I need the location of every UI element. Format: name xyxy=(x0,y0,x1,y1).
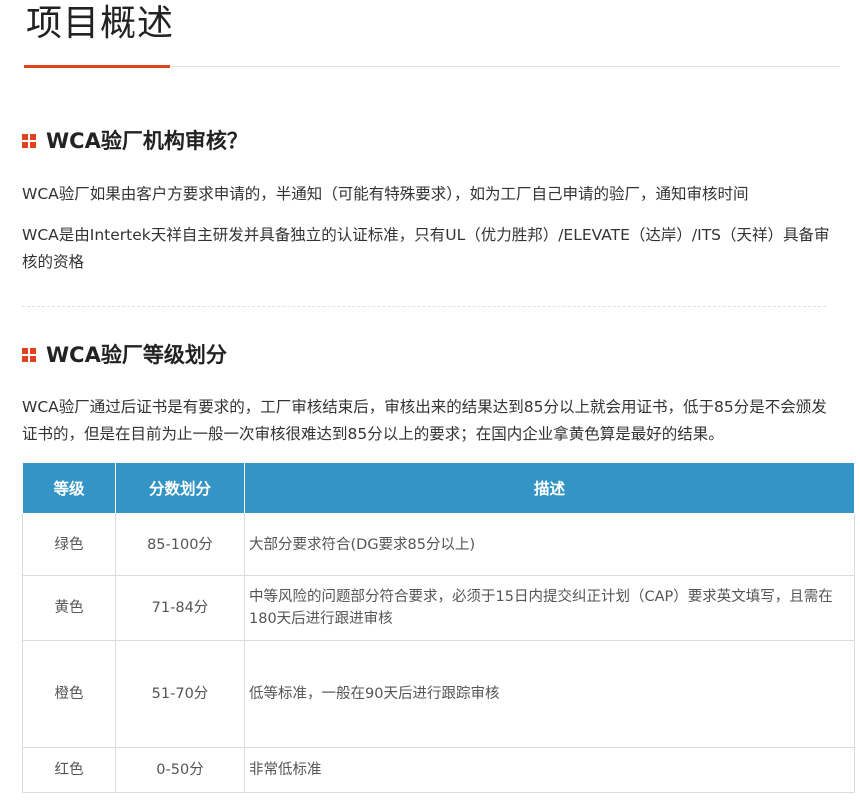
column-header-description: 描述 xyxy=(244,462,855,514)
section-paragraph: WCA是由Intertek天祥自主研发并具备独立的认证标准，只有UL（优力胜邦）… xyxy=(22,226,830,271)
cell-grade: 橙色 xyxy=(22,640,116,748)
four-squares-icon xyxy=(22,134,36,148)
section-heading-grades: WCA验厂等级划分 xyxy=(22,340,227,370)
cell-grade: 红色 xyxy=(22,747,116,793)
cell-description: 大部分要求符合(DG要求85分以上) xyxy=(244,513,855,576)
table-row: 橙色 51-70分 低等标准，一般在90天后进行跟踪审核 xyxy=(22,640,855,748)
cell-grade: 绿色 xyxy=(22,513,116,576)
page-title-bar: 项目概述 xyxy=(24,0,840,68)
table-header-row: 等级 分数划分 描述 xyxy=(22,462,855,514)
table-row: 黄色 71-84分 中等风险的问题部分符合要求，必须于15日内提交纠正计划（CA… xyxy=(22,575,855,641)
page-title: 项目概述 xyxy=(26,3,175,44)
table-row: 绿色 85-100分 大部分要求符合(DG要求85分以上) xyxy=(22,513,855,576)
section-paragraph: WCA验厂通过后证书是有要求的，工厂审核结束后，审核出来的结果达到85分以上就会… xyxy=(22,398,827,443)
table-row: 红色 0-50分 非常低标准 xyxy=(22,747,855,793)
column-header-grade: 等级 xyxy=(22,462,116,514)
cell-description: 中等风险的问题部分符合要求，必须于15日内提交纠正计划（CAP）要求英文填写，且… xyxy=(244,575,855,641)
cell-description: 非常低标准 xyxy=(244,747,855,793)
cell-score: 85-100分 xyxy=(115,513,245,576)
cell-grade: 黄色 xyxy=(22,575,116,641)
cell-score: 51-70分 xyxy=(115,640,245,748)
section-paragraph: WCA验厂如果由客户方要求申请的，半通知（可能有特殊要求），如为工厂自己申请的验… xyxy=(22,185,749,203)
section-heading-text: WCA验厂等级划分 xyxy=(46,343,227,367)
cell-description: 低等标准，一般在90天后进行跟踪审核 xyxy=(244,640,855,748)
cell-score: 0-50分 xyxy=(115,747,245,793)
cell-score: 71-84分 xyxy=(115,575,245,641)
grade-table: 等级 分数划分 描述 绿色 85-100分 大部分要求符合(DG要求85分以上)… xyxy=(22,462,855,793)
section-heading-text: WCA验厂机构审核？ xyxy=(46,129,248,153)
title-accent-underline xyxy=(24,65,170,68)
section-divider xyxy=(22,306,826,307)
column-header-score: 分数划分 xyxy=(115,462,245,514)
section-heading-audit: WCA验厂机构审核？ xyxy=(22,126,248,156)
four-squares-icon xyxy=(22,348,36,362)
